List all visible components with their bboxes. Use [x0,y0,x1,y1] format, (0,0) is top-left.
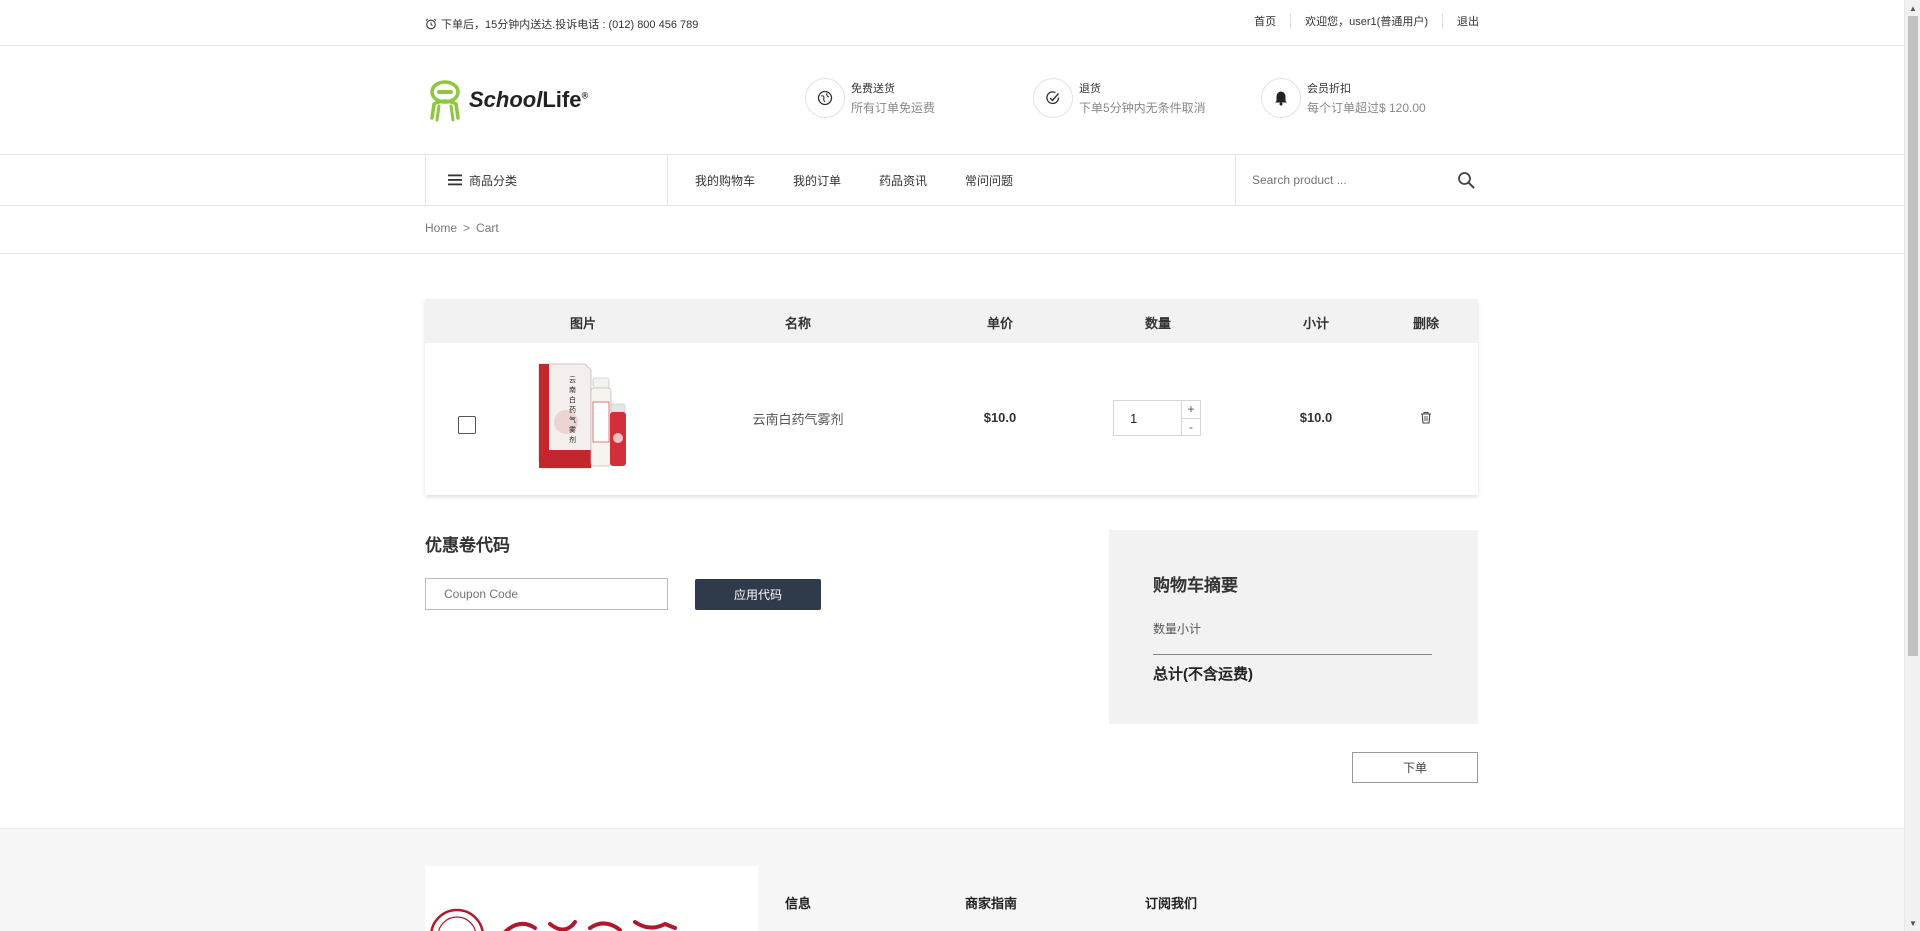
feature-desc: 每个订单超过$ 120.00 [1307,101,1426,115]
logout-link[interactable]: 退出 [1442,13,1479,29]
svg-text:雾: 雾 [569,426,576,434]
footer-col-merchant-guide: 商家指南 [965,896,1018,911]
feature-free-shipping: 免费送货 所有订单免运费 [805,78,935,118]
scroll-up-arrow-icon[interactable]: ▲ [1905,0,1920,16]
hamburger-icon [448,174,462,186]
category-menu-button[interactable]: 商品分类 [425,155,668,205]
breadcrumb-current: Cart [476,221,499,235]
cart-summary: 购物车摘要 数量小计 总计(不含运费) [1109,530,1478,724]
header-image: 图片 [569,316,597,331]
svg-text:云: 云 [569,376,576,384]
item-price: $10.0 [983,410,1017,425]
breadcrumb-separator: > [463,221,471,235]
svg-text:南: 南 [569,385,576,394]
main-nav: 商品分类 我的购物车 我的订单 药品资讯 常问问题 [0,155,1904,206]
feature-title: 退货 [1079,83,1101,95]
site-footer: 信息 商家指南 订阅我们 [0,828,1904,931]
school-life-logo-icon [430,80,460,122]
svg-text:剂: 剂 [569,435,576,444]
logo-text: SchoolLife® [469,87,589,112]
nav-item-faq[interactable]: 常问问题 [965,172,1013,189]
search-icon[interactable] [1457,171,1475,189]
quantity-increase-button[interactable]: + [1182,401,1200,419]
item-select-checkbox[interactable] [458,416,476,434]
nav-item-drug-news[interactable]: 药品资讯 [879,172,927,189]
svg-text:药: 药 [569,405,576,414]
home-link[interactable]: 首页 [1240,13,1290,29]
header-name: 名称 [784,316,812,331]
svg-text:气: 气 [569,415,576,424]
site-header: SchoolLife® 免费送货 所有订单免运费 退货 下单5分钟内无条件取消 [0,46,1904,155]
feature-title: 会员折扣 [1307,83,1351,95]
bell-icon [1261,78,1301,118]
header-qty: 数量 [1144,316,1172,331]
summary-quantity-subtotal: 数量小计 [1153,622,1202,636]
quantity-input[interactable] [1114,401,1182,435]
feature-returns: 退货 下单5分钟内无条件取消 [1033,78,1206,118]
site-logo[interactable]: SchoolLife® [425,78,588,122]
coupon-title: 优惠卷代码 [425,536,510,555]
footer-logo-card [425,866,758,931]
check-circle-icon [1033,78,1073,118]
header-price: 单价 [986,316,1014,331]
summary-divider [1153,654,1432,655]
item-subtotal: $10.0 [1299,410,1333,425]
page: 下单后，15分钟内送达.投诉电话 : (012) 800 456 789 首页 … [0,0,1904,931]
cart-table: 图片 名称 单价 数量 小计 删除 云南白药气雾剂 云南白药气雾剂 $10.0 … [425,299,1478,495]
page-scrollbar[interactable]: ▲ ▼ [1904,0,1920,931]
product-image[interactable]: 云南白药气雾剂 [533,362,629,470]
breadcrumb: Home > Cart [0,206,1904,254]
welcome-user-link[interactable]: 欢迎您，user1(普通用户) [1290,13,1442,29]
svg-text:白: 白 [569,395,576,404]
top-links: 首页 欢迎您，user1(普通用户) 退出 [1240,13,1479,29]
feature-desc: 下单5分钟内无条件取消 [1079,101,1206,115]
breadcrumb-home[interactable]: Home [425,221,457,235]
feature-title: 免费送货 [851,83,895,95]
header-subtotal: 小计 [1302,316,1330,331]
alarm-clock-icon [425,18,437,30]
search-box [1235,155,1479,205]
nav-item-my-orders[interactable]: 我的订单 [793,172,841,189]
top-notice: 下单后，15分钟内送达.投诉电话 : (012) 800 456 789 [425,16,698,32]
globe-icon [805,78,845,118]
scroll-down-arrow-icon[interactable]: ▼ [1905,915,1920,931]
feature-member-discount: 会员折扣 每个订单超过$ 120.00 [1261,78,1426,118]
apply-coupon-button[interactable]: 应用代码 [695,579,821,610]
top-bar: 下单后，15分钟内送达.投诉电话 : (012) 800 456 789 首页 … [0,0,1904,46]
place-order-button[interactable]: 下单 [1352,752,1478,783]
quantity-decrease-button[interactable]: - [1182,419,1200,436]
header-delete: 删除 [1412,316,1440,331]
item-name[interactable]: 云南白药气雾剂 [752,409,843,428]
trash-icon[interactable] [1420,411,1432,424]
footer-university-logo-icon [430,908,677,931]
scrollbar-thumb[interactable] [1908,16,1918,656]
footer-col-info: 信息 [785,896,812,911]
cart-table-header: 图片 名称 单价 数量 小计 删除 [425,299,1478,343]
nav-item-my-cart[interactable]: 我的购物车 [695,172,755,189]
summary-total: 总计(不含运费) [1153,666,1253,683]
notice-text: 下单后，15分钟内送达.投诉电话 : (012) 800 456 789 [441,19,699,31]
feature-desc: 所有订单免运费 [851,101,936,115]
coupon-code-input[interactable] [425,578,668,610]
footer-col-subscribe: 订阅我们 [1145,896,1198,911]
search-input[interactable] [1236,167,1436,193]
category-label: 商品分类 [469,173,518,188]
summary-title: 购物车摘要 [1153,576,1238,595]
quantity-stepper: + - [1113,400,1201,436]
table-row: 云南白药气雾剂 云南白药气雾剂 $10.0 + - $10.0 [425,343,1478,495]
nav-menu: 我的购物车 我的订单 药品资讯 常问问题 [695,172,1013,189]
